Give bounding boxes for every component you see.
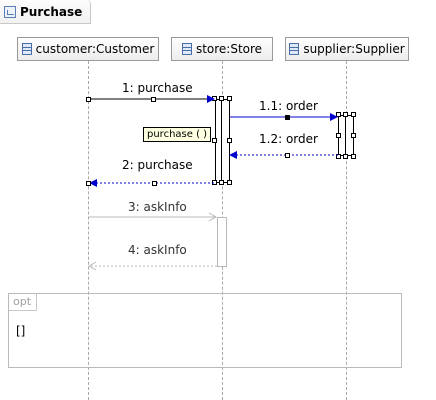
message-1-1-label[interactable]: 1.1: order [259, 99, 318, 113]
message-3-label[interactable]: 3: askInfo [128, 200, 187, 214]
combined-fragment-opt[interactable]: opt [] [8, 293, 402, 368]
message-handle[interactable] [285, 153, 290, 158]
message-handle[interactable] [86, 97, 91, 102]
message-handle[interactable] [285, 115, 290, 120]
message-4-label[interactable]: 4: askInfo [128, 243, 187, 257]
message-handle[interactable] [151, 97, 156, 102]
message-1-label[interactable]: 1: purchase [122, 81, 193, 95]
fragment-operator-label: opt [9, 294, 37, 311]
message-1-arrowhead [207, 95, 215, 103]
message-1-2-label[interactable]: 1.2: order [259, 132, 318, 146]
message-1-2-arrowhead [229, 151, 237, 159]
message-handle[interactable] [86, 181, 91, 186]
message-2-label[interactable]: 2: purchase [122, 158, 193, 172]
diagram-canvas[interactable]: Purchase customer:Customer store:Store s… [0, 0, 436, 400]
message-handle[interactable] [152, 181, 157, 186]
message-1-1-arrowhead [330, 113, 338, 121]
fragment-guard[interactable]: [] [16, 324, 25, 338]
activation-tooltip: purchase ( ) [143, 127, 212, 142]
